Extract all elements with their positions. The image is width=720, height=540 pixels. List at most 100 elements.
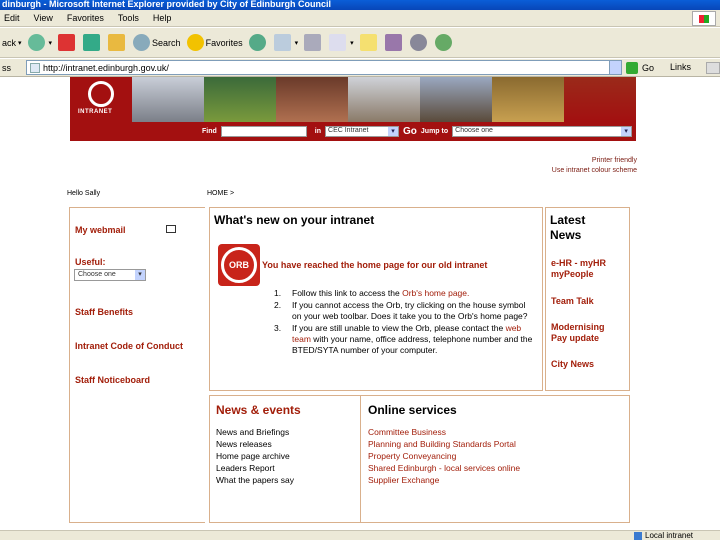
home-button[interactable]: [108, 34, 127, 51]
search-button[interactable]: Search: [133, 34, 181, 51]
list-item[interactable]: Property Conveyancing: [368, 450, 520, 462]
news-events-heading: News & events: [216, 403, 301, 417]
step-item: 2. If you cannot access the Orb, try cli…: [274, 300, 534, 322]
refresh-button[interactable]: [83, 34, 102, 51]
site-go-button[interactable]: Go: [403, 126, 417, 137]
go-button[interactable]: Go: [626, 60, 662, 75]
notes-icon: [359, 34, 377, 51]
back-button[interactable]: ack ▾: [2, 38, 22, 48]
jump-label: Jump to: [420, 127, 449, 135]
links-button[interactable]: Links: [670, 62, 691, 72]
stop-button[interactable]: [58, 34, 77, 51]
go-label: Go: [642, 62, 655, 73]
step-text: If you cannot access the Orb, try clicki…: [292, 300, 528, 321]
search-scope-select[interactable]: CEC Intranet: [325, 125, 400, 137]
list-item[interactable]: Leaders Report: [216, 462, 294, 474]
refresh-icon: [83, 34, 101, 51]
list-item[interactable]: Planning and Building Standards Portal: [368, 438, 520, 450]
people-button[interactable]: [434, 34, 454, 51]
messenger-button[interactable]: [409, 34, 429, 51]
menu-help[interactable]: Help: [153, 13, 172, 23]
print-icon: [304, 34, 322, 51]
search-icon: [133, 34, 151, 51]
step-item: 3. If you are still unable to view the O…: [274, 323, 534, 356]
menu-edit[interactable]: Edit: [4, 13, 20, 23]
printer-friendly-link[interactable]: Printer friendly: [552, 156, 637, 166]
list-item[interactable]: News and Briefings: [216, 426, 294, 438]
latest-news-panel: Latest News e-HR - myHR myPeople Team Ta…: [545, 207, 630, 391]
webmail-link[interactable]: My webmail: [75, 225, 126, 235]
menu-favorites[interactable]: Favorites: [67, 13, 104, 23]
history-button[interactable]: [248, 34, 268, 51]
list-item[interactable]: News releases: [216, 438, 294, 450]
address-url: http://intranet.edinburgh.gov.uk/: [43, 62, 169, 73]
step-number: 1.: [274, 288, 282, 298]
go-arrow-icon: [626, 61, 638, 74]
list-item[interactable]: Shared Edinburgh - local services online: [368, 462, 520, 474]
orb-logo[interactable]: ORB: [218, 244, 260, 286]
research-button[interactable]: [384, 34, 404, 51]
address-dropdown-icon[interactable]: [609, 61, 621, 74]
column-divider: [360, 396, 361, 522]
research-icon: [384, 34, 402, 51]
orb-home-link[interactable]: Orb's home page.: [402, 288, 469, 298]
menu-bar: Edit View Favorites Tools Help: [0, 10, 720, 27]
forward-button[interactable]: ▾: [27, 34, 53, 51]
favorites-button[interactable]: Favorites: [186, 34, 243, 51]
star-icon: [186, 34, 204, 51]
news-item-ehr[interactable]: e-HR - myHR myPeople: [551, 258, 621, 280]
colour-scheme-link[interactable]: Use intranet colour scheme: [552, 166, 637, 176]
mail-dropdown-icon[interactable]: ▾: [295, 39, 299, 47]
photo-trees: [492, 77, 564, 122]
intranet-logo-text: INTRANET: [78, 109, 113, 115]
address-label: ss: [2, 62, 11, 73]
photo-bridge: [132, 77, 204, 122]
breadcrumb[interactable]: HOME >: [207, 190, 234, 197]
back-label: ack: [2, 37, 17, 48]
code-of-conduct-link[interactable]: Intranet Code of Conduct: [75, 341, 183, 351]
people-icon: [434, 34, 452, 51]
whats-new-heading: What's new on your intranet: [214, 213, 375, 227]
site-banner: INTRANET Find in CEC Intranet Go Jump to…: [70, 77, 636, 141]
staff-benefits-link[interactable]: Staff Benefits: [75, 307, 133, 317]
menu-tools[interactable]: Tools: [118, 13, 139, 23]
search-label: Search: [152, 37, 181, 48]
home-icon: [108, 34, 126, 51]
in-label: in: [314, 127, 322, 135]
intranet-logo[interactable]: INTRANET: [70, 77, 132, 122]
back-dropdown-icon[interactable]: ▾: [18, 39, 22, 47]
intranet-logo-icon: [88, 81, 114, 107]
page-icon: [30, 62, 40, 73]
staff-noticeboard-link[interactable]: Staff Noticeboard: [75, 375, 150, 385]
mail-button[interactable]: ▾: [273, 34, 299, 51]
list-item[interactable]: Committee Business: [368, 426, 520, 438]
news-events-list: News and Briefings News releases Home pa…: [216, 426, 294, 486]
jump-to-select[interactable]: Choose one: [452, 125, 633, 137]
list-item[interactable]: What the papers say: [216, 474, 294, 486]
news-item-team-talk[interactable]: Team Talk: [551, 296, 594, 307]
address-input[interactable]: http://intranet.edinburgh.gov.uk/: [26, 60, 622, 75]
forward-dropdown-icon[interactable]: ▾: [49, 39, 53, 47]
envelope-icon[interactable]: [166, 225, 176, 233]
news-item-city-news[interactable]: City News: [551, 359, 594, 370]
site-search-row: Find in CEC Intranet Go Jump to Choose o…: [202, 124, 636, 138]
step-number: 3.: [274, 323, 282, 333]
notes-button[interactable]: [359, 34, 379, 51]
useful-select[interactable]: Choose one: [74, 269, 146, 281]
print-button[interactable]: [304, 34, 323, 51]
menu-view[interactable]: View: [34, 13, 53, 23]
page-viewport: INTRANET Find in CEC Intranet Go Jump to…: [0, 77, 720, 530]
edit-dropdown-icon[interactable]: ▾: [350, 39, 354, 47]
list-item[interactable]: Home page archive: [216, 450, 294, 462]
list-item[interactable]: Supplier Exchange: [368, 474, 520, 486]
find-input[interactable]: [220, 125, 307, 137]
steps-list: 1. Follow this link to access the Orb's …: [274, 288, 534, 357]
step-text: Follow this link to access the: [292, 288, 403, 298]
left-nav: My webmail Useful: Choose one Staff Bene…: [69, 207, 205, 523]
photo-garden: [204, 77, 276, 122]
photo-monument: [420, 77, 492, 122]
edit-icon: [329, 34, 347, 51]
news-item-modernising-pay[interactable]: Modernising Pay update: [551, 322, 621, 344]
links-chevron-icon[interactable]: [706, 62, 720, 74]
edit-button[interactable]: ▾: [329, 34, 354, 51]
